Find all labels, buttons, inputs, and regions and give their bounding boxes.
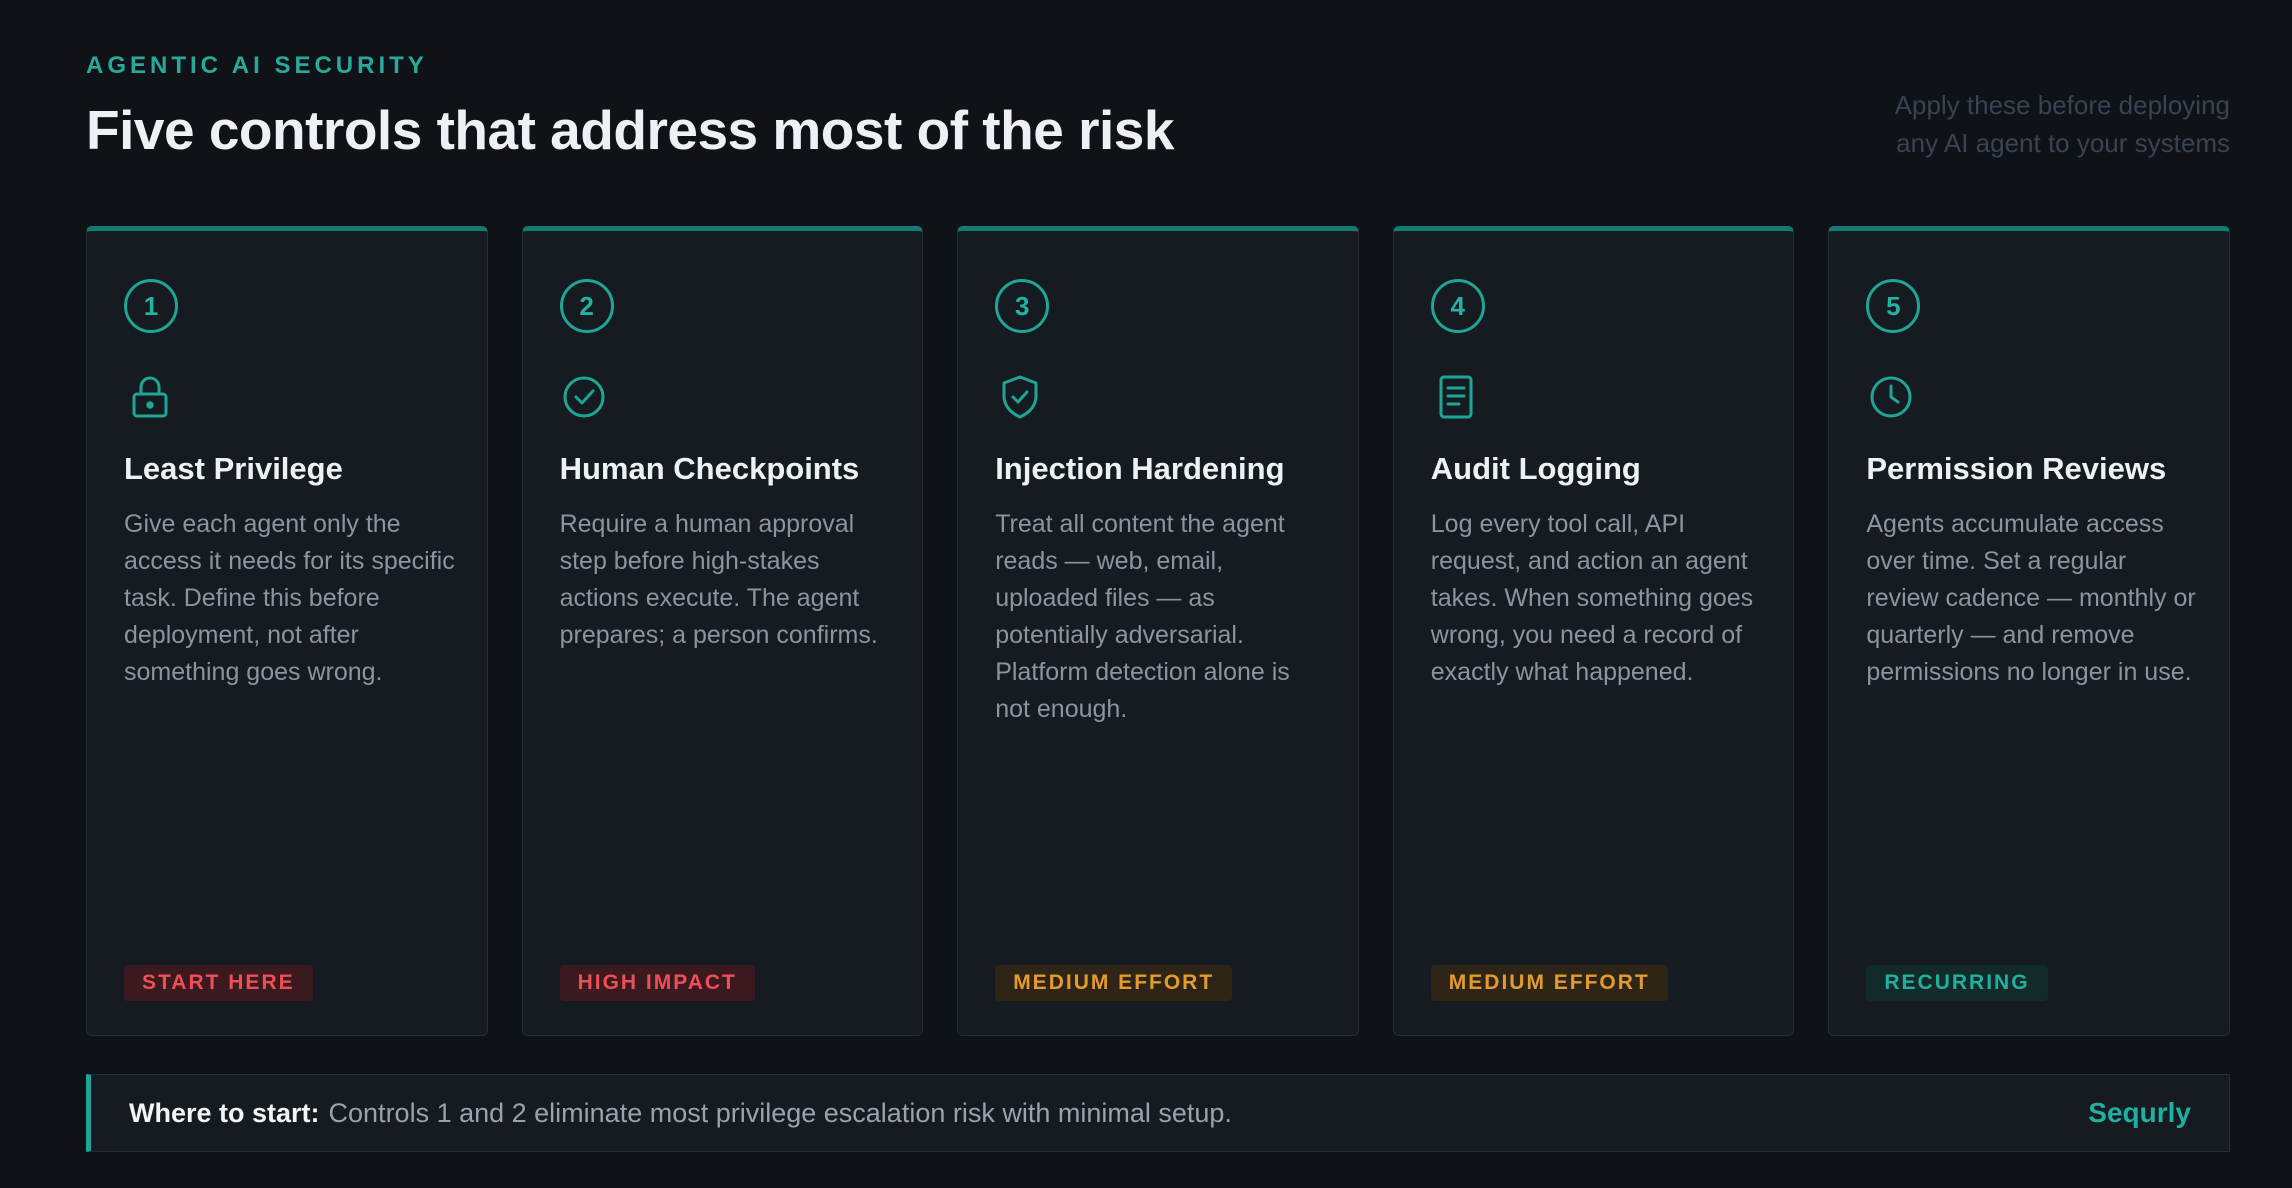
card-badge: MEDIUM EFFORT (1430, 965, 1668, 1001)
banner-message: Controls 1 and 2 eliminate most privileg… (328, 1097, 1232, 1128)
card-description: Give each agent only the access it needs… (124, 510, 455, 686)
where-to-start-banner: Where to start: Controls 1 and 2 elimina… (86, 1074, 2230, 1152)
card-description: Agents accumulate access over time. Set … (1866, 510, 2196, 686)
card-number: 3 (995, 279, 1050, 333)
control-card-permission-reviews: 5 Permission Reviews Agents accumulate a… (1828, 226, 2230, 1036)
card-title: Audit Logging (1430, 451, 1641, 486)
control-card-least-privilege: 1 Least Privilege Give each agent only t… (86, 226, 488, 1036)
card-badge: RECURRING (1866, 965, 2048, 1001)
page-title: Five controls that address most of the r… (86, 99, 1174, 161)
control-card-injection-hardening: 3 Injection Hardening Treat all content … (957, 226, 1359, 1036)
card-description: Treat all content the agent reads — web,… (995, 510, 1290, 723)
card-number: 2 (559, 279, 614, 333)
card-description: Log every tool call, API request, and ac… (1430, 510, 1754, 686)
card-description: Require a human approval step before hig… (559, 510, 878, 649)
lock-icon (124, 371, 176, 423)
card-title: Least Privilege (124, 451, 343, 486)
control-card-human-checkpoints: 2 Human Checkpoints Require a human appr… (521, 226, 924, 1036)
card-badge: MEDIUM EFFORT (995, 965, 1233, 1001)
card-title: Permission Reviews (1866, 451, 2167, 486)
header-note-line-2: any AI agent to your systems (1896, 128, 2230, 158)
card-number: 5 (1866, 279, 1921, 333)
card-title: Injection Hardening (995, 451, 1285, 486)
header-note-line-1: Apply these before deploying (1894, 90, 2230, 120)
shield-check-icon (995, 371, 1047, 423)
controls-cards: 1 Least Privilege Give each agent only t… (86, 226, 2230, 1036)
card-badge: HIGH IMPACT (559, 965, 755, 1001)
card-number: 4 (1430, 279, 1485, 333)
clock-icon (1866, 371, 1918, 423)
check-circle-icon (560, 371, 612, 423)
header-note: Apply these before deploying any AI agen… (1710, 86, 2230, 162)
document-icon (1431, 371, 1483, 423)
control-card-audit-logging: 4 Audit Logging Log every tool call, API… (1392, 226, 1795, 1036)
card-number: 1 (124, 279, 178, 333)
card-badge: START HERE (124, 965, 313, 1001)
eyebrow-label: AGENTIC AI SECURITY (86, 52, 428, 79)
brand-logo: Sequrly (2088, 1097, 2191, 1128)
banner-lead: Where to start: (129, 1097, 320, 1128)
card-title: Human Checkpoints (559, 451, 860, 486)
